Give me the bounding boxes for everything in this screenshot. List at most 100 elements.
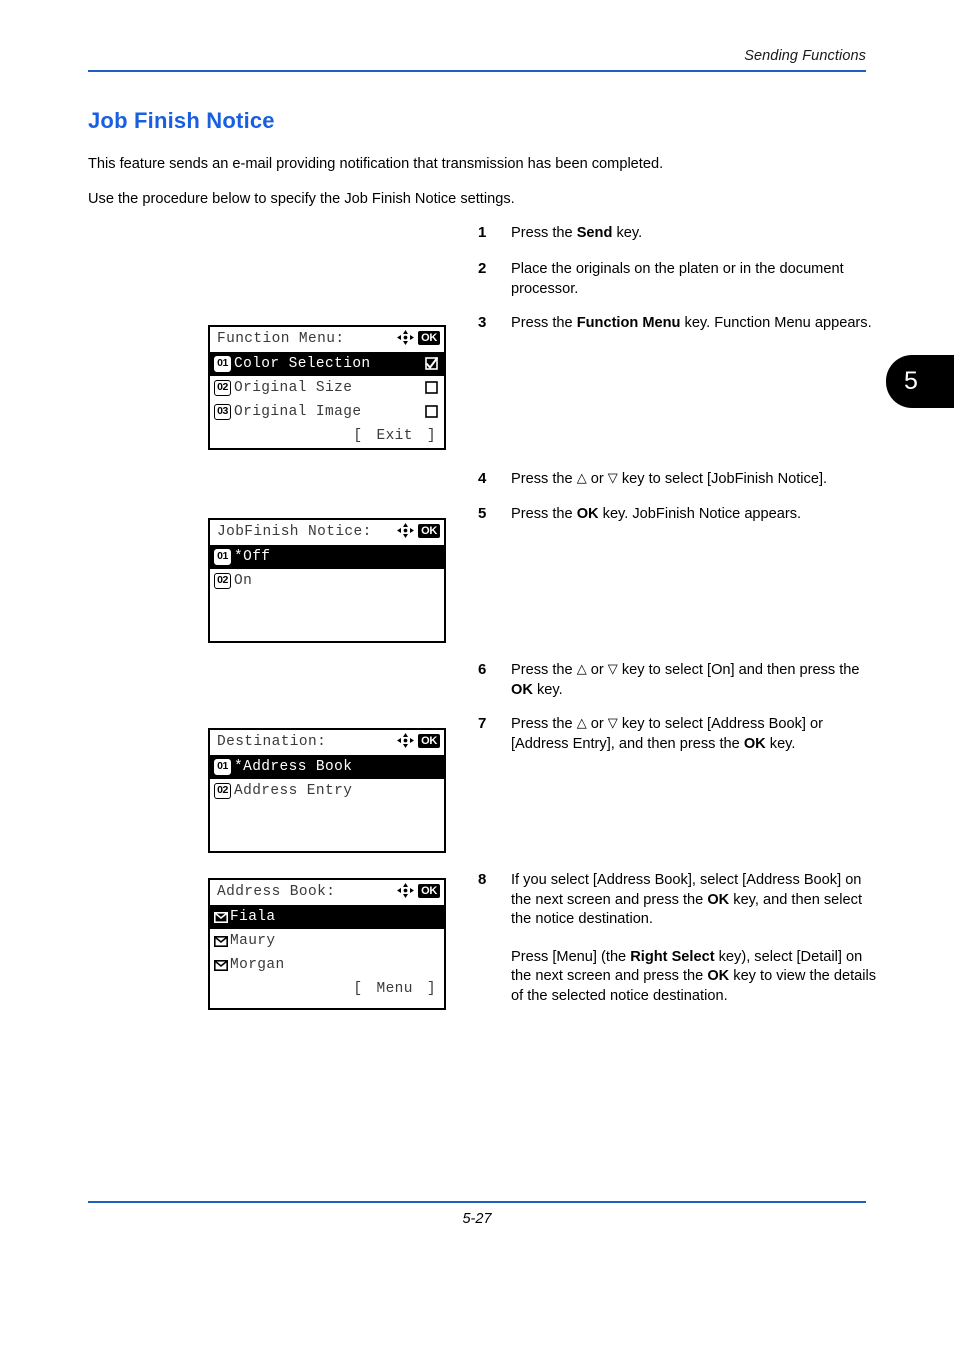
key-name: Function Menu (576, 315, 681, 331)
step-8: 8 If you select [Address Book], select [A… (478, 871, 878, 1006)
step-7: 7 Press the △ or ▽ key to select [Address… (478, 715, 878, 754)
lcd-list-item[interactable]: 02 On (210, 569, 444, 593)
down-arrow-icon: ▽ (607, 715, 618, 730)
step-6: 6 Press the △ or ▽ key to select [On] and… (478, 661, 878, 700)
envelope-icon (214, 959, 228, 971)
key-name: Send (576, 225, 613, 241)
checkbox-checked-icon (425, 357, 438, 370)
manual-page: Sending Functions 5 Job Finish Notice Th… (0, 0, 954, 1350)
ok-badge: OK (418, 330, 440, 345)
step-number: 5 (478, 505, 487, 522)
key-name: OK (707, 891, 730, 908)
lcd-softkey-bar[interactable]: [ Exit] (210, 424, 444, 448)
lcd-item-label: *Off (234, 549, 271, 565)
lcd-item-label: Morgan (230, 957, 285, 973)
lcd-softkey-bar[interactable]: [Menu] (210, 977, 444, 1001)
lcd-item-label: Address Entry (234, 783, 353, 799)
key-name: OK (511, 681, 533, 698)
lcd-list-item[interactable]: 01 *Address Book (210, 755, 444, 779)
lcd-nav-indicators: OK (397, 523, 440, 538)
softkey-bracket-close: ] (426, 428, 436, 444)
lcd-title-bar: Function Menu: OK (210, 327, 444, 352)
lcd-title-text: Address Book: (217, 884, 336, 900)
softkey-bracket-open: [ (353, 428, 363, 444)
step-number: 7 (478, 715, 487, 732)
lcd-screen-destination: Destination: OK 01 *Address Book 02 Address E… (208, 728, 446, 853)
lcd-list-item[interactable]: 01 Color Selection (210, 352, 444, 376)
lcd-list-item[interactable]: Maury (210, 929, 444, 953)
step-text: Press the Send key. (511, 225, 643, 241)
dpad-icon (397, 523, 415, 538)
chapter-tab: 5 (886, 355, 954, 408)
running-header-title: Sending Functions (744, 48, 866, 64)
dpad-icon (397, 330, 415, 345)
softkey-bracket-close: ] (426, 981, 436, 997)
lcd-item-label: Fiala (230, 909, 276, 925)
step-number: 3 (478, 314, 487, 331)
step-number: 2 (478, 260, 487, 277)
ok-badge: OK (418, 883, 440, 898)
lcd-list-item[interactable]: Fiala (210, 905, 444, 929)
item-number-badge: 01 (214, 549, 231, 565)
ok-badge: OK (418, 523, 440, 538)
key-name: OK (576, 506, 599, 522)
intro-paragraph-2: Use the procedure below to specify the J… (88, 191, 515, 207)
ok-badge: OK (418, 733, 440, 748)
step-number: 8 (478, 871, 487, 888)
softkey-label[interactable]: Menu (376, 981, 412, 997)
up-arrow-icon: △ (576, 715, 587, 730)
down-arrow-icon: ▽ (607, 470, 618, 485)
lcd-list-item[interactable]: 02 Address Entry (210, 779, 444, 803)
step-text: Press the △ or ▽ key to select [Address … (511, 715, 824, 752)
item-number-badge: 03 (214, 404, 231, 420)
lcd-blank-row (210, 593, 444, 617)
lcd-blank-row (210, 827, 444, 851)
step-text: If you select [Address Book], select [Ad… (511, 872, 877, 1004)
lcd-list-item[interactable]: Morgan (210, 953, 444, 977)
step-text: Press the △ or ▽ key to select [On] and … (511, 661, 860, 698)
softkey-label[interactable]: Exit (376, 428, 412, 444)
down-arrow-icon: ▽ (607, 661, 618, 676)
lcd-list-item[interactable]: 02 Original Size (210, 376, 444, 400)
lcd-item-label: On (234, 573, 253, 589)
up-arrow-icon: △ (576, 661, 587, 676)
intro-paragraph-1: This feature sends an e-mail providing n… (88, 156, 664, 172)
lcd-screen-jobfinish-notice: JobFinish Notice: OK 01 *Off 02 On (208, 518, 446, 643)
lcd-blank-row (210, 617, 444, 641)
step-3: 3 Press the Function Menu key. Function M… (478, 314, 878, 334)
lcd-blank-row (210, 803, 444, 827)
lcd-list-item[interactable]: 03 Original Image (210, 400, 444, 424)
lcd-screen-function-menu: Function Menu: OK 01 Color Selection 02 Origi… (208, 325, 446, 450)
lcd-screen-address-book: Address Book: OK Fiala Maury Morgan [Menu] (208, 878, 446, 1010)
lcd-title-bar: JobFinish Notice: OK (210, 520, 444, 545)
up-arrow-icon: △ (576, 470, 587, 485)
step-text: Place the originals on the platen or in … (511, 261, 844, 297)
lcd-nav-indicators: OK (397, 883, 440, 898)
footer-page-number: 5-27 (462, 1211, 492, 1227)
lcd-title-text: Function Menu: (217, 331, 345, 347)
lcd-title-bar: Address Book: OK (210, 880, 444, 905)
lcd-nav-indicators: OK (397, 330, 440, 345)
lcd-item-label: Maury (230, 933, 276, 949)
step-4: 4 Press the △ or ▽ key to select [JobFini… (478, 470, 878, 490)
item-number-badge: 01 (214, 759, 231, 775)
item-number-badge: 01 (214, 356, 231, 372)
step-2: 2 Place the originals on the platen or in… (478, 260, 878, 299)
lcd-item-label: Original Size (234, 380, 353, 396)
dpad-icon (397, 733, 415, 748)
header-rule (88, 70, 866, 72)
lcd-nav-indicators: OK (397, 733, 440, 748)
item-number-badge: 02 (214, 380, 231, 396)
lcd-list-item[interactable]: 01 *Off (210, 545, 444, 569)
key-name: OK (743, 735, 766, 752)
step-number: 6 (478, 661, 487, 678)
lcd-title-bar: Destination: OK (210, 730, 444, 755)
lcd-item-label: Color Selection (234, 356, 371, 372)
page-header: Sending Functions (88, 48, 866, 72)
step-number: 1 (478, 224, 487, 241)
envelope-icon (214, 911, 228, 923)
envelope-icon (214, 935, 228, 947)
item-number-badge: 02 (214, 783, 231, 799)
key-name: Right Select (630, 948, 715, 965)
step-text: Press the OK key. JobFinish Notice appea… (511, 506, 802, 522)
